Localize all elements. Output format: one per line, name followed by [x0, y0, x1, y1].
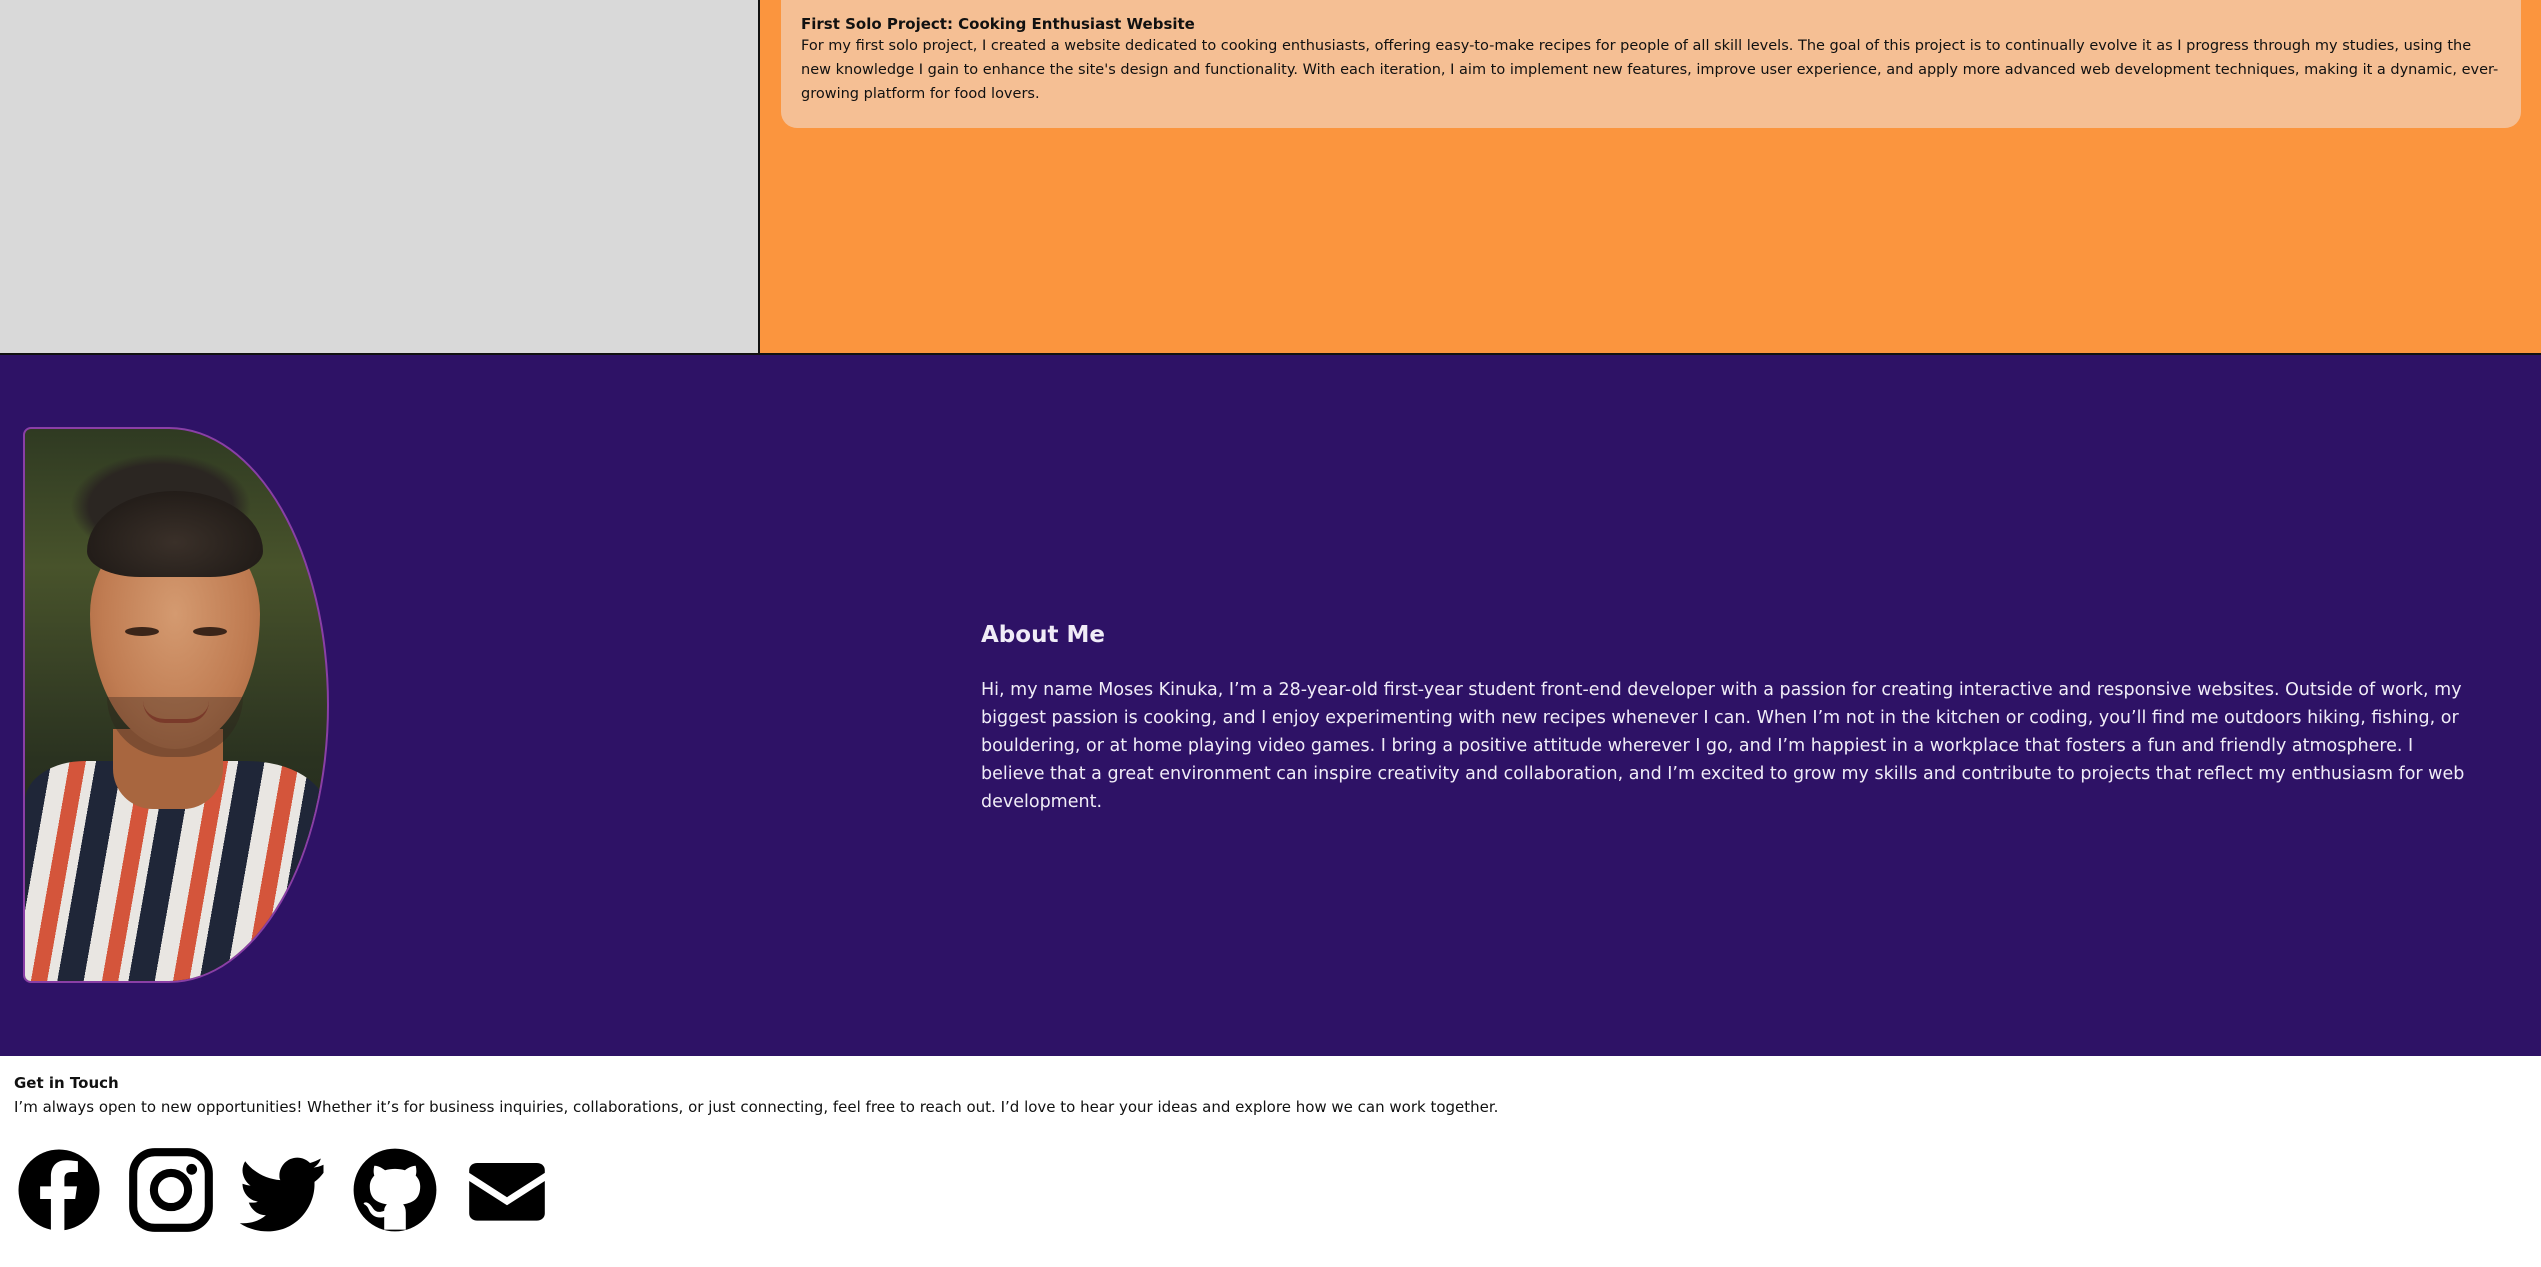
profile-photo	[23, 427, 329, 983]
projects-left-panel	[0, 0, 760, 353]
project-title: First Solo Project: Cooking Enthusiast W…	[801, 15, 1195, 33]
projects-right-panel: First Solo Project: Cooking Enthusiast W…	[760, 0, 2541, 353]
github-icon	[353, 1148, 437, 1232]
twitter-icon	[239, 1157, 324, 1232]
instagram-icon	[129, 1148, 213, 1232]
social-links	[14, 1145, 552, 1235]
github-link[interactable]	[350, 1145, 440, 1235]
email-icon	[469, 1163, 545, 1221]
contact-section: Get in Touch I’m always open to new oppo…	[0, 1056, 2541, 1267]
portrait-right-eye	[193, 627, 227, 636]
about-title: About Me	[981, 622, 1105, 648]
instagram-link[interactable]	[126, 1145, 216, 1235]
email-link[interactable]	[462, 1145, 552, 1235]
facebook-link[interactable]	[14, 1145, 104, 1235]
project-card: First Solo Project: Cooking Enthusiast W…	[781, 0, 2521, 128]
about-text: Hi, my name Moses Kinuka, I’m a 28-year-…	[981, 680, 2465, 812]
portrait-hair	[87, 491, 263, 577]
project-description: For my first solo project, I created a w…	[801, 38, 2499, 102]
about-content: About Me Hi, my name Moses Kinuka, I’m a…	[981, 620, 2471, 816]
contact-title: Get in Touch	[14, 1074, 119, 1092]
contact-text: I’m always open to new opportunities! Wh…	[14, 1098, 1499, 1116]
portrait-left-eye	[125, 627, 159, 636]
facebook-icon	[18, 1149, 100, 1231]
projects-section: First Solo Project: Cooking Enthusiast W…	[0, 0, 2541, 355]
twitter-link[interactable]	[238, 1145, 328, 1235]
about-section: About Me Hi, my name Moses Kinuka, I’m a…	[0, 355, 2541, 1056]
